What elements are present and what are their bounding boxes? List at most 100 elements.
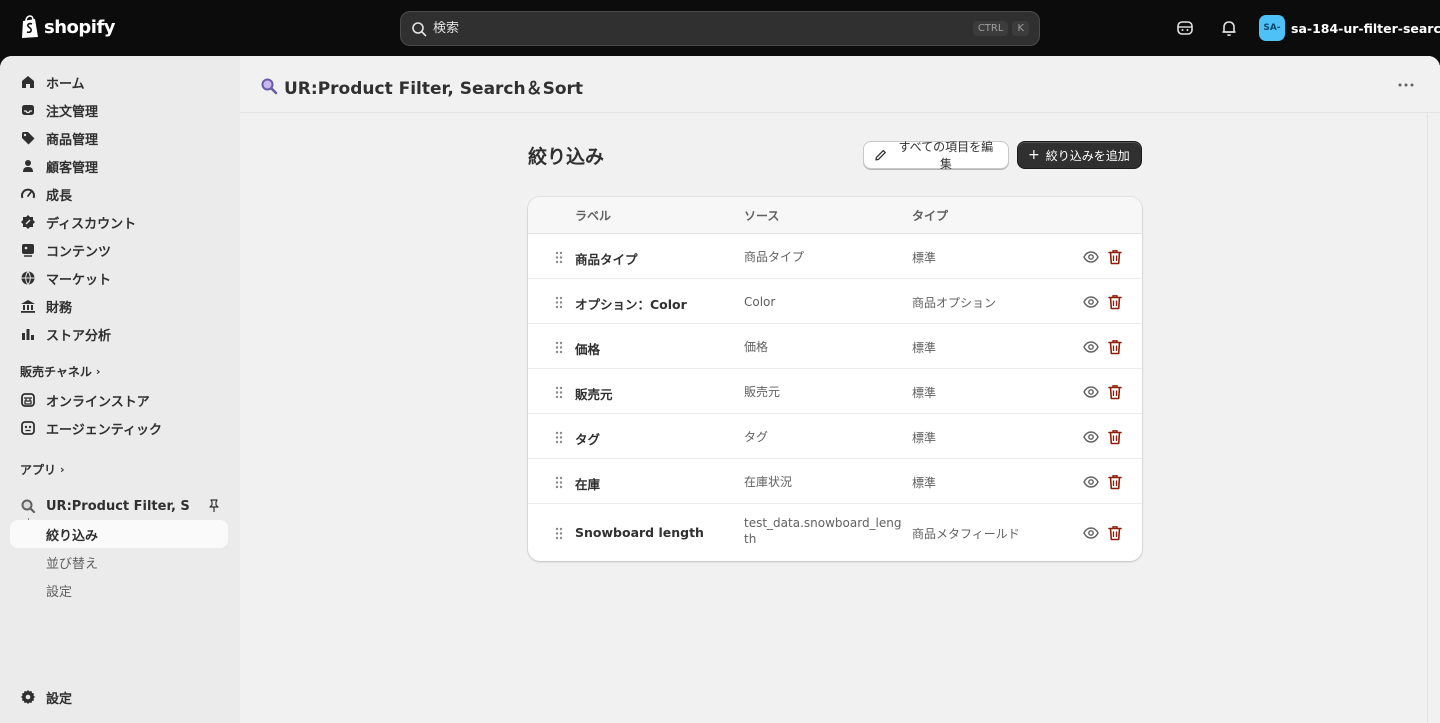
sidebar-item-customers[interactable]: 顧客管理	[10, 152, 228, 180]
store-name: sa-184-ur-filter-search	[1291, 20, 1440, 36]
sidebar-item-label: 設定	[46, 584, 73, 600]
logo-text: shopify	[44, 16, 116, 38]
sidebar-item-label: コンテンツ	[46, 244, 112, 260]
sidebar-item-label: 並び替え	[46, 556, 99, 572]
shopify-logo[interactable]: shopify	[20, 15, 116, 39]
app-header: UR:Product Filter, Search＆Sort	[240, 56, 1440, 113]
table-row[interactable]: 販売元 販売元 標準	[528, 369, 1142, 414]
eye-icon[interactable]	[1083, 249, 1099, 265]
sidebar-item-orders[interactable]: 注文管理	[10, 96, 228, 124]
table-row[interactable]: Snowboard length test_data.snowboard_leng…	[528, 504, 1142, 561]
cell-type: 標準	[912, 341, 937, 355]
eye-icon[interactable]	[1083, 525, 1099, 541]
sidekick-icon[interactable]	[1175, 18, 1195, 38]
drag-handle-icon[interactable]	[555, 527, 563, 540]
tag-icon	[22, 132, 35, 145]
search-input[interactable]	[433, 21, 969, 36]
scroll-divider	[1427, 113, 1428, 723]
eye-icon[interactable]	[1083, 429, 1099, 445]
sidebar-item-products[interactable]: 商品管理	[10, 124, 228, 152]
sidebar-item-finance[interactable]: 財務	[10, 292, 228, 320]
trash-icon[interactable]	[1108, 525, 1122, 541]
chart-icon	[22, 329, 34, 340]
sidebar-subitem-filters[interactable]: 絞り込み	[10, 520, 228, 548]
drag-handle-icon[interactable]	[555, 386, 563, 399]
edit-all-label: すべての項目を編集	[898, 140, 994, 171]
sidebar-item-analytics[interactable]: ストア分析	[10, 320, 228, 348]
sidebar-item-markets[interactable]: マーケット	[10, 264, 228, 292]
cell-label: オプション：Color	[575, 297, 687, 312]
table-row[interactable]: 商品タイプ 商品タイプ 標準	[528, 234, 1142, 279]
eye-icon[interactable]	[1083, 384, 1099, 400]
content-icon	[22, 244, 34, 257]
sidebar-item-app[interactable]: UR:Product Filter, Sea...	[10, 492, 190, 520]
sidebar-item-label: 注文管理	[46, 104, 99, 120]
global-search[interactable]: CTRL K	[400, 11, 1040, 46]
pin-icon[interactable]	[207, 499, 221, 513]
sidebar-item-home[interactable]: ホーム	[10, 68, 228, 96]
trash-icon[interactable]	[1108, 339, 1122, 355]
globe-icon	[21, 271, 35, 285]
add-filter-button[interactable]: + 絞り込みを追加	[1017, 141, 1142, 169]
apps-label: アプリ	[20, 463, 57, 477]
cell-label: 商品タイプ	[575, 252, 638, 267]
sidebar-item-settings[interactable]: 設定	[10, 683, 228, 711]
bank-icon	[21, 300, 35, 313]
admin-frame: ホーム 注文管理 商品管理 顧客管理 成長 ディスカウント コンテンツ マーケッ…	[0, 56, 1440, 723]
drag-handle-icon[interactable]	[555, 251, 563, 264]
sidebar-item-label: エージェンティック	[46, 422, 162, 438]
apps-header[interactable]: アプリ ›	[20, 461, 65, 478]
trash-icon[interactable]	[1108, 249, 1122, 265]
table-row[interactable]: タグ タグ 標準	[528, 414, 1142, 459]
sidebar-item-label: オンラインストア	[46, 394, 150, 410]
sidebar-item-label: UR:Product Filter, Sea...	[46, 498, 190, 514]
store-avatar: SA-	[1259, 15, 1285, 41]
sidebar-item-label: ホーム	[46, 76, 85, 92]
chevron-right-icon: ›	[60, 463, 65, 476]
app-search-icon	[21, 499, 36, 514]
sidebar-item-label: 財務	[46, 300, 73, 316]
cell-label: 販売元	[575, 387, 613, 402]
sidebar-item-label: 設定	[46, 691, 73, 707]
app-logo-icon	[261, 78, 278, 95]
more-horizontal-icon[interactable]	[1396, 77, 1416, 93]
cell-source: Color	[744, 295, 776, 309]
drag-handle-icon[interactable]	[555, 296, 563, 309]
sidebar-item-online-store[interactable]: オンラインストア	[10, 386, 228, 414]
top-bar: shopify CTRL K SA- sa-184-ur-filter-sear…	[0, 0, 1440, 56]
sidebar-item-agentic[interactable]: エージェンティック	[10, 414, 228, 442]
table-row[interactable]: 価格 価格 標準	[528, 324, 1142, 369]
cell-label: タグ	[575, 432, 601, 447]
filters-table: ラベル ソース タイプ 商品タイプ 商品タイプ 標準 オプション：Color Color…	[528, 197, 1142, 561]
discount-icon	[21, 215, 35, 229]
sidebar-item-growth[interactable]: 成長	[10, 180, 228, 208]
pencil-icon	[875, 149, 886, 161]
store-menu[interactable]: SA- sa-184-ur-filter-search	[1259, 15, 1440, 41]
chevron-right-icon: ›	[95, 365, 101, 378]
cell-label: Snowboard length	[575, 525, 704, 540]
sales-channels-header[interactable]: 販売チャネル ›	[20, 363, 100, 380]
trash-icon[interactable]	[1108, 294, 1122, 310]
trash-icon[interactable]	[1108, 474, 1122, 490]
table-row[interactable]: オプション：Color Color 商品オプション	[528, 279, 1142, 324]
eye-icon[interactable]	[1083, 294, 1099, 310]
sidebar-subitem-settings[interactable]: 設定	[10, 576, 228, 604]
sidebar-item-label: ディスカウント	[46, 216, 137, 232]
trash-icon[interactable]	[1108, 384, 1122, 400]
eye-icon[interactable]	[1083, 474, 1099, 490]
drag-handle-icon[interactable]	[555, 476, 563, 489]
cell-source: タグ	[744, 430, 769, 444]
drag-handle-icon[interactable]	[555, 341, 563, 354]
cell-type: 標準	[912, 431, 937, 445]
bell-icon[interactable]	[1219, 18, 1239, 38]
sidebar-item-label: 商品管理	[46, 132, 99, 148]
table-row[interactable]: 在庫 在庫状況 標準	[528, 459, 1142, 504]
sidebar-subitem-sort[interactable]: 並び替え	[10, 548, 228, 576]
edit-all-button[interactable]: すべての項目を編集	[863, 140, 1009, 171]
cell-type: 商品メタフィールド	[912, 527, 1020, 541]
sidebar-item-discounts[interactable]: ディスカウント	[10, 208, 228, 236]
trash-icon[interactable]	[1108, 429, 1122, 445]
eye-icon[interactable]	[1083, 339, 1099, 355]
drag-handle-icon[interactable]	[555, 431, 563, 444]
sidebar-item-content[interactable]: コンテンツ	[10, 236, 228, 264]
